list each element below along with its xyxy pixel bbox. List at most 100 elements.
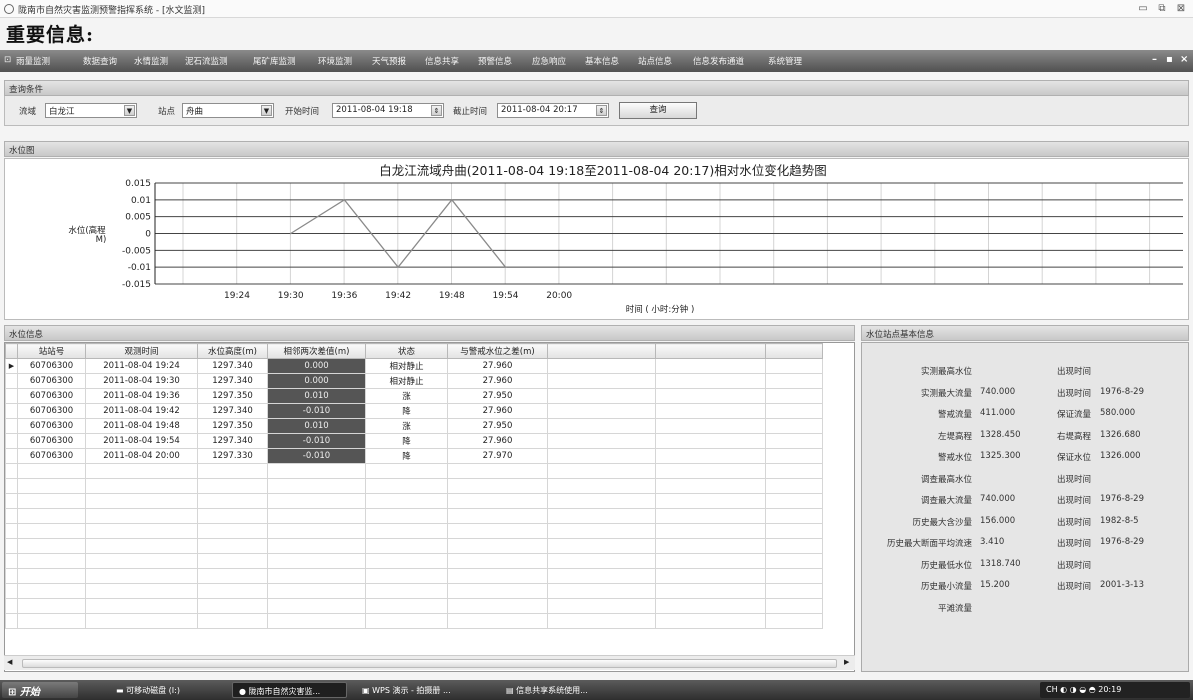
empty-cell[interactable]: [17, 538, 86, 554]
empty-cell[interactable]: [765, 613, 823, 629]
table-row[interactable]: [5, 598, 823, 614]
empty-cell[interactable]: [547, 493, 656, 509]
col-header-status[interactable]: 状态: [365, 343, 448, 359]
row-selector[interactable]: [5, 523, 18, 539]
empty-cell[interactable]: [765, 373, 823, 389]
taskbar-item-wps[interactable]: ▣ WPS 演示 - 拍摄册 ...: [356, 682, 491, 698]
empty-cell[interactable]: [765, 433, 823, 449]
empty-cell[interactable]: [547, 358, 656, 374]
empty-cell[interactable]: [655, 373, 766, 389]
col-header-level[interactable]: 水位高度(m): [197, 343, 268, 359]
empty-cell[interactable]: [267, 553, 366, 569]
empty-cell[interactable]: [197, 523, 268, 539]
menu-item-basic-info[interactable]: 基本信息: [585, 55, 619, 67]
empty-cell[interactable]: [655, 583, 766, 599]
empty-cell[interactable]: [547, 478, 656, 494]
empty-cell[interactable]: [447, 583, 548, 599]
cell-time[interactable]: 2011-08-04 19:30: [85, 373, 198, 389]
empty-cell[interactable]: [547, 583, 656, 599]
scrollbar-thumb[interactable]: [22, 659, 837, 668]
basin-select[interactable]: 白龙江 ▼: [45, 103, 137, 118]
cell-warning-diff[interactable]: 27.970: [447, 448, 548, 464]
row-selector[interactable]: [5, 598, 18, 614]
table-row[interactable]: [5, 613, 823, 629]
menu-item-system[interactable]: 系统管理: [768, 55, 802, 67]
empty-cell[interactable]: [197, 568, 268, 584]
empty-cell[interactable]: [365, 478, 448, 494]
empty-cell[interactable]: [447, 568, 548, 584]
empty-cell[interactable]: [547, 448, 656, 464]
mdi-minimize-icon[interactable]: –: [1152, 54, 1157, 65]
table-row[interactable]: 60706300 2011-08-04 20:00 1297.330 -0.010 降 2…: [5, 448, 823, 464]
empty-cell[interactable]: [17, 583, 86, 599]
empty-cell[interactable]: [447, 553, 548, 569]
menu-item-tailings[interactable]: 尾矿库监测: [253, 55, 296, 67]
table-row[interactable]: [5, 508, 823, 524]
empty-cell[interactable]: [547, 388, 656, 404]
empty-cell[interactable]: [85, 553, 198, 569]
empty-cell[interactable]: [765, 598, 823, 614]
empty-cell[interactable]: [547, 538, 656, 554]
tray-icons[interactable]: ◐ ◑ ◒ ◓: [1060, 685, 1098, 694]
table-row[interactable]: [5, 568, 823, 584]
empty-cell[interactable]: [447, 493, 548, 509]
menu-item-debris-flow[interactable]: 泥石流监测: [185, 55, 228, 67]
empty-cell[interactable]: [547, 373, 656, 389]
empty-cell[interactable]: [447, 523, 548, 539]
empty-cell[interactable]: [365, 613, 448, 629]
menu-item-info-share[interactable]: 信息共享: [425, 55, 459, 67]
empty-cell[interactable]: [267, 523, 366, 539]
empty-cell[interactable]: [765, 538, 823, 554]
empty-cell[interactable]: [547, 433, 656, 449]
empty-cell[interactable]: [267, 598, 366, 614]
empty-cell[interactable]: [655, 358, 766, 374]
empty-cell[interactable]: [547, 463, 656, 479]
cell-time[interactable]: 2011-08-04 19:36: [85, 388, 198, 404]
empty-cell[interactable]: [765, 493, 823, 509]
menu-item-rainfall[interactable]: 雨量监测: [16, 55, 50, 67]
cell-diff[interactable]: 0.010: [267, 418, 366, 434]
empty-cell[interactable]: [17, 613, 86, 629]
empty-cell[interactable]: [17, 493, 86, 509]
empty-cell[interactable]: [267, 463, 366, 479]
empty-cell[interactable]: [197, 478, 268, 494]
cell-time[interactable]: 2011-08-04 19:48: [85, 418, 198, 434]
empty-cell[interactable]: [267, 613, 366, 629]
cell-level[interactable]: 1297.330: [197, 448, 268, 464]
row-selector[interactable]: [5, 448, 18, 464]
empty-cell[interactable]: [267, 583, 366, 599]
row-selector[interactable]: [5, 493, 18, 509]
empty-cell[interactable]: [267, 568, 366, 584]
empty-cell[interactable]: [765, 388, 823, 404]
table-row[interactable]: [5, 523, 823, 539]
empty-cell[interactable]: [447, 538, 548, 554]
empty-cell[interactable]: [765, 478, 823, 494]
empty-cell[interactable]: [447, 508, 548, 524]
empty-cell[interactable]: [655, 478, 766, 494]
cell-warning-diff[interactable]: 27.960: [447, 403, 548, 419]
empty-cell[interactable]: [765, 463, 823, 479]
cell-warning-diff[interactable]: 27.960: [447, 433, 548, 449]
row-selector[interactable]: [5, 418, 18, 434]
empty-cell[interactable]: [547, 598, 656, 614]
col-header-diff[interactable]: 相邻两次差值(m): [267, 343, 366, 359]
empty-cell[interactable]: [85, 508, 198, 524]
row-selector[interactable]: ▶: [5, 358, 18, 374]
scroll-right-icon[interactable]: ▶: [844, 658, 849, 666]
empty-cell[interactable]: [447, 463, 548, 479]
table-row[interactable]: [5, 493, 823, 509]
menu-item-weather[interactable]: 天气预报: [372, 55, 406, 67]
empty-cell[interactable]: [85, 523, 198, 539]
empty-cell[interactable]: [655, 568, 766, 584]
empty-cell[interactable]: [197, 538, 268, 554]
cell-diff[interactable]: 0.000: [267, 358, 366, 374]
cell-station[interactable]: 60706300: [17, 403, 86, 419]
cell-time[interactable]: 2011-08-04 20:00: [85, 448, 198, 464]
cell-time[interactable]: 2011-08-04 19:42: [85, 403, 198, 419]
mdi-close-icon[interactable]: ×: [1180, 54, 1188, 65]
cell-diff[interactable]: -0.010: [267, 433, 366, 449]
menu-item-water[interactable]: 水情监测: [134, 55, 168, 67]
cell-warning-diff[interactable]: 27.950: [447, 418, 548, 434]
cell-station[interactable]: 60706300: [17, 448, 86, 464]
empty-cell[interactable]: [365, 463, 448, 479]
